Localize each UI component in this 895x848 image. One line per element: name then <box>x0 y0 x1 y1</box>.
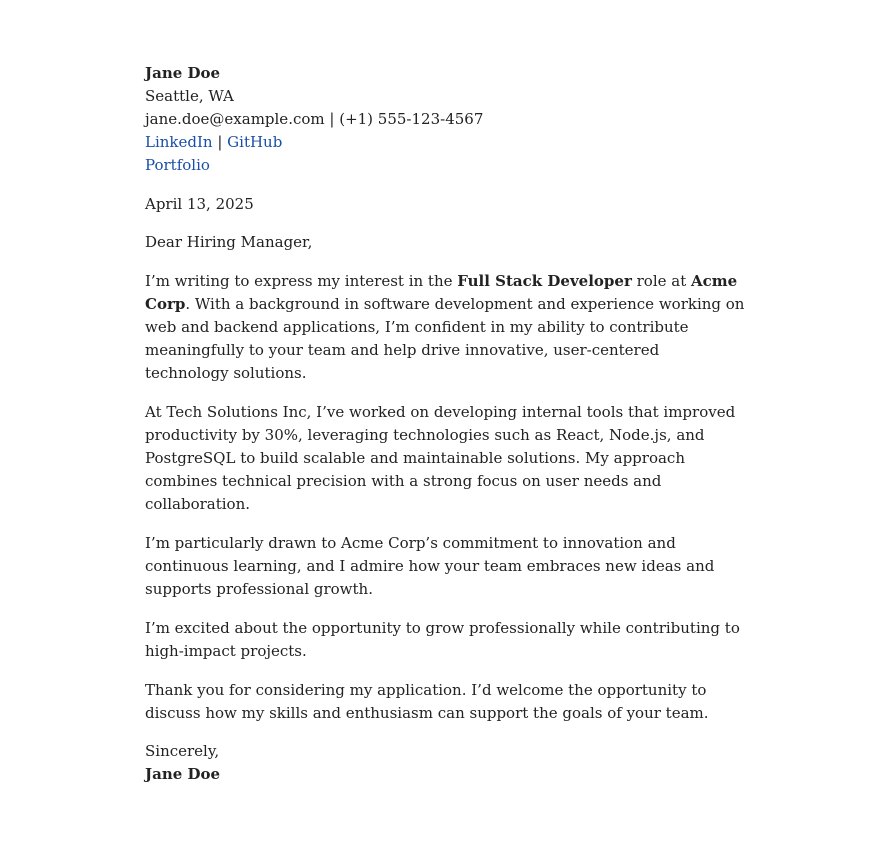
page: Jane Doe Seattle, WA jane.doe@example.co… <box>0 0 895 848</box>
sender-phone: (+1) 555-123-4567 <box>339 110 484 128</box>
cover-letter: Jane Doe Seattle, WA jane.doe@example.co… <box>145 62 745 786</box>
body-paragraph-3: I’m particularly drawn to Acme Corp’s co… <box>145 534 715 598</box>
sender-links-line: LinkedIn | GitHub <box>145 131 745 154</box>
letter-date: April 13, 2025 <box>145 195 254 213</box>
p1-intro: I’m writing to express my interest in th… <box>145 272 458 290</box>
sender-email: jane.doe@example.com <box>145 110 325 128</box>
salutation: Dear Hiring Manager, <box>145 233 313 251</box>
body-paragraph-1: I’m writing to express my interest in th… <box>145 270 745 385</box>
link-separator: | <box>212 133 228 151</box>
p1-mid: role at <box>631 272 692 290</box>
signature-name: Jane Doe <box>145 765 221 783</box>
linkedin-link[interactable]: LinkedIn <box>145 133 213 151</box>
closing-block: Sincerely, Jane Doe <box>145 740 745 786</box>
sender-portfolio-line: Portfolio <box>145 154 745 177</box>
body-paragraph-4: I’m excited about the opportunity to gro… <box>145 619 740 660</box>
sender-name: Jane Doe <box>145 64 221 82</box>
p1-rest: . With a background in software developm… <box>145 295 745 382</box>
valediction: Sincerely, <box>145 742 220 760</box>
sender-contact-line: jane.doe@example.com | (+1) 555-123-4567 <box>145 108 745 131</box>
role-title: Full Stack Developer <box>457 272 632 290</box>
sender-header: Jane Doe Seattle, WA jane.doe@example.co… <box>145 62 745 177</box>
body-paragraph-2: At Tech Solutions Inc, I’ve worked on de… <box>145 403 736 513</box>
portfolio-link[interactable]: Portfolio <box>145 156 210 174</box>
github-link[interactable]: GitHub <box>227 133 282 151</box>
sender-location: Seattle, WA <box>145 87 234 105</box>
contact-separator: | <box>324 110 340 128</box>
body-paragraph-5: Thank you for considering my application… <box>145 681 709 722</box>
